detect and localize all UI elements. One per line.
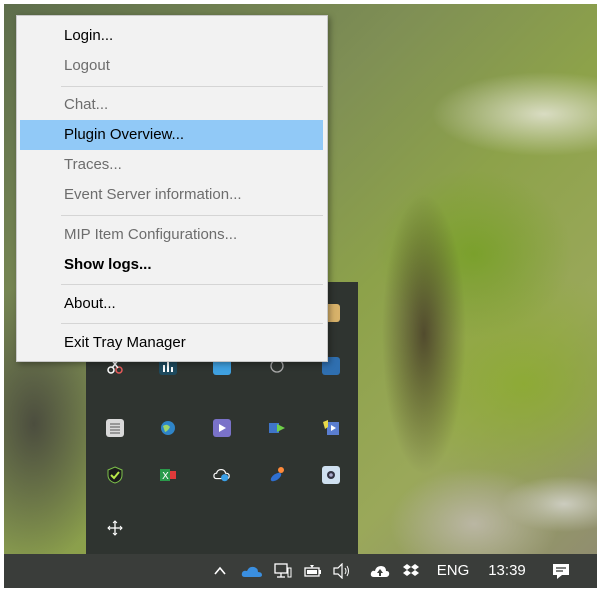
menu-item-logout[interactable]: Logout xyxy=(20,51,323,81)
clock[interactable]: 13:39 xyxy=(484,554,530,588)
chevron-up-icon[interactable] xyxy=(209,554,231,588)
action-center-icon[interactable] xyxy=(548,554,574,588)
document-icon[interactable] xyxy=(106,419,124,437)
language-indicator[interactable]: ENG xyxy=(434,554,472,588)
satellite-icon[interactable] xyxy=(268,466,286,484)
video-icon[interactable] xyxy=(213,419,231,437)
taskbar: ENG 13:39 xyxy=(4,554,597,588)
menu-item-chat[interactable]: Chat... xyxy=(20,90,323,120)
globe-icon[interactable] xyxy=(159,419,177,437)
battery-icon[interactable] xyxy=(302,554,324,588)
menu-item-plugin-overview[interactable]: Plugin Overview... xyxy=(20,120,323,150)
dropbox-icon[interactable] xyxy=(400,554,422,588)
menu-item-about[interactable]: About... xyxy=(20,289,323,319)
menu-separator xyxy=(61,215,323,216)
network-icon[interactable] xyxy=(272,554,294,588)
upload-cloud-icon[interactable] xyxy=(368,554,392,588)
menu-item-event-server-information[interactable]: Event Server information... xyxy=(20,180,323,210)
cloud-sync-icon[interactable] xyxy=(213,466,231,484)
menu-separator xyxy=(61,86,323,87)
menu-item-mip-item-configurations[interactable]: MIP Item Configurations... xyxy=(20,220,323,250)
shield-check-icon[interactable] xyxy=(106,466,124,484)
menu-separator xyxy=(61,323,323,324)
desktop: X Login... Logout Chat... Plugin Overvie… xyxy=(4,4,597,588)
onedrive-cloud-icon[interactable] xyxy=(239,554,265,588)
tray-context-menu: Login... Logout Chat... Plugin Overview.… xyxy=(16,15,328,362)
svg-text:X: X xyxy=(162,471,169,482)
menu-item-login[interactable]: Login... xyxy=(20,21,323,51)
media-folder-icon[interactable] xyxy=(322,419,340,437)
menu-separator xyxy=(61,284,323,285)
menu-item-traces[interactable]: Traces... xyxy=(20,150,323,180)
move-arrows-icon[interactable] xyxy=(106,519,124,537)
menu-item-exit-tray-manager[interactable]: Exit Tray Manager xyxy=(20,328,323,358)
media-player-icon[interactable] xyxy=(268,419,286,437)
camera-icon[interactable] xyxy=(322,466,340,484)
speaker-icon[interactable] xyxy=(330,554,354,588)
excel-icon[interactable]: X xyxy=(159,466,177,484)
menu-item-show-logs[interactable]: Show logs... xyxy=(20,250,323,280)
